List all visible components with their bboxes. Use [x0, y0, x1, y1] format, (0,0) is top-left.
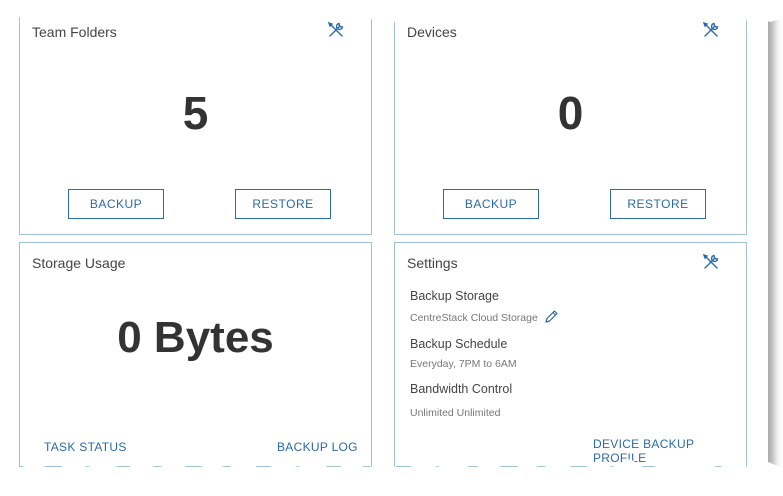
backup-dashboard: Team Folders 5 BACKUP RESTORE Devices 0 …	[0, 0, 768, 480]
devices-panel: Devices 0 BACKUP RESTORE	[394, 5, 747, 235]
bandwidth-control-label: Bandwidth Control	[410, 382, 513, 396]
panel-title: Storage Usage	[32, 255, 126, 271]
panel-title: Settings	[407, 255, 458, 271]
torn-edge-top	[0, 0, 783, 24]
tools-icon[interactable]	[702, 253, 720, 271]
team-folders-count: 5	[182, 87, 209, 139]
backup-storage-value: CentreStack Cloud Storage	[410, 312, 538, 324]
devices-restore-button[interactable]: RESTORE	[610, 189, 706, 219]
bandwidth-control-value: Unlimited Unlimited	[410, 407, 501, 419]
backup-storage-label: Backup Storage	[410, 289, 499, 303]
torn-edge-bottom	[0, 458, 783, 496]
backup-schedule-value: Everyday, 7PM to 6AM	[410, 358, 517, 370]
pencil-icon[interactable]	[543, 309, 559, 325]
team-folders-panel: Team Folders 5 BACKUP RESTORE	[19, 5, 372, 235]
panel-title: Team Folders	[32, 24, 117, 40]
team-folders-backup-button[interactable]: BACKUP	[68, 189, 164, 219]
settings-panel: Settings Backup Storage CentreStack Clou…	[394, 242, 747, 467]
panel-title: Devices	[407, 24, 457, 40]
backup-schedule-label: Backup Schedule	[410, 337, 508, 351]
team-folders-restore-button[interactable]: RESTORE	[235, 189, 331, 219]
devices-backup-button[interactable]: BACKUP	[443, 189, 539, 219]
storage-usage-value: 0 Bytes	[117, 313, 274, 362]
storage-usage-panel: Storage Usage 0 Bytes TASK STATUS BACKUP…	[19, 242, 372, 467]
devices-count: 0	[557, 87, 584, 139]
